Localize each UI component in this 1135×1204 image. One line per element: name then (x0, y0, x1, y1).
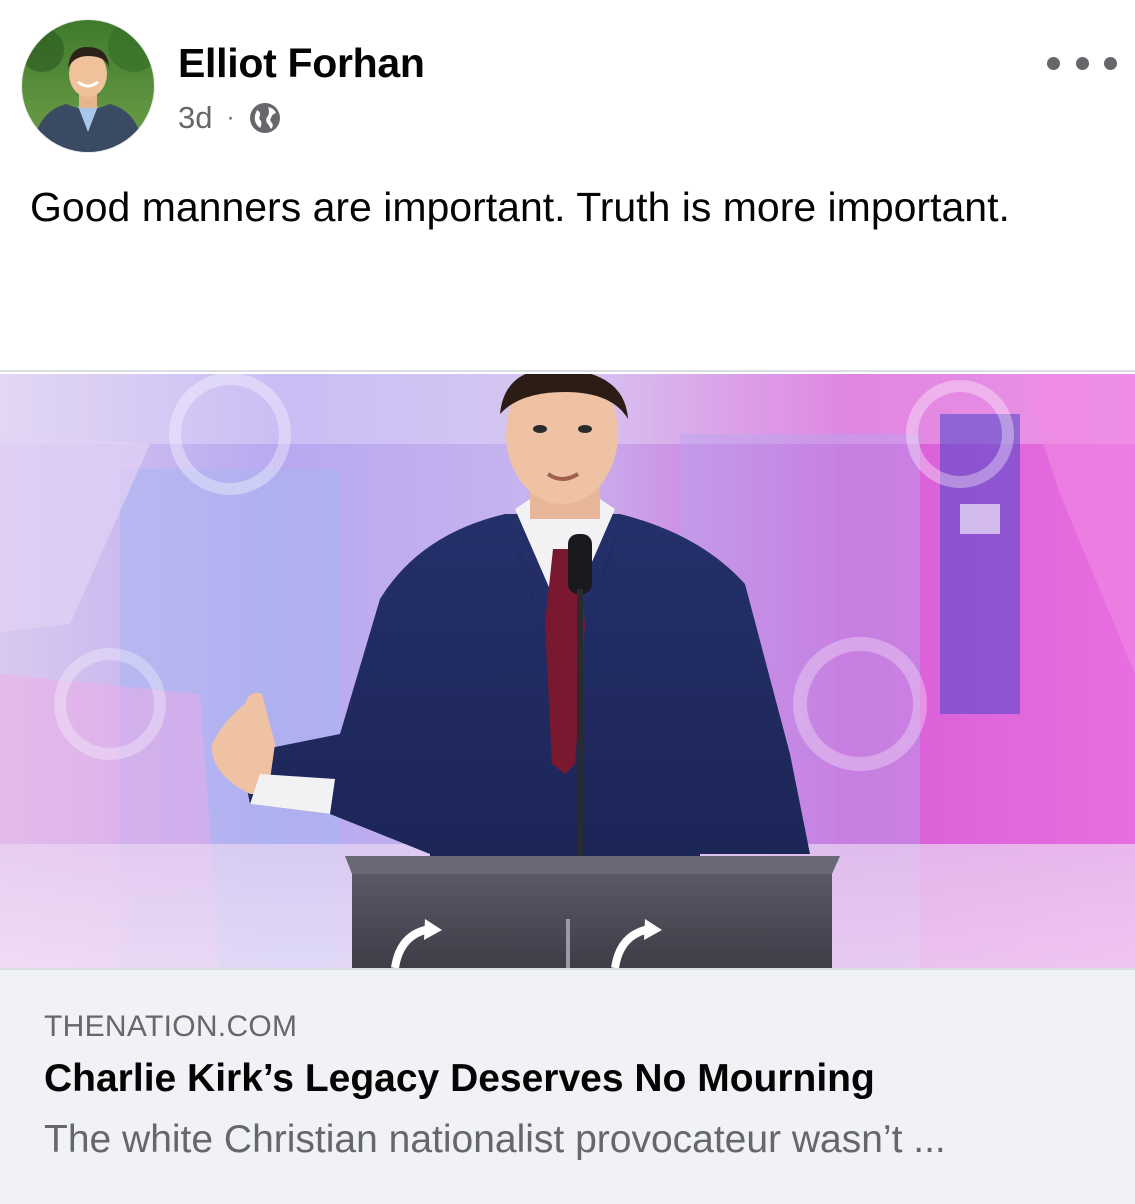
more-dot (1047, 56, 1060, 70)
post-timestamp[interactable]: 3d (178, 100, 212, 136)
link-title[interactable]: Charlie Kirk’s Legacy Deserves No Mourni… (44, 1057, 875, 1101)
more-options-icon[interactable] (1047, 48, 1117, 78)
post-text: Good manners are important. Truth is mor… (30, 184, 1010, 230)
link-preview-info[interactable]: THENATION.COM Charlie Kirk’s Legacy Dese… (0, 968, 1135, 1204)
globe-icon (248, 101, 282, 135)
more-dot (1075, 56, 1089, 70)
link-preview-image[interactable] (0, 374, 1135, 968)
link-description: The white Christian nationalist provocat… (44, 1118, 946, 1161)
more-dot (1104, 56, 1117, 70)
post-meta: 3d · (178, 98, 282, 138)
author-avatar[interactable] (22, 20, 154, 152)
post-header: Elliot Forhan 3d · (0, 0, 1135, 160)
author-name[interactable]: Elliot Forhan (178, 40, 425, 87)
meta-separator: · (226, 104, 235, 131)
link-preview-card[interactable]: THENATION.COM Charlie Kirk’s Legacy Dese… (0, 370, 1135, 1204)
link-domain: THENATION.COM (44, 1010, 298, 1043)
